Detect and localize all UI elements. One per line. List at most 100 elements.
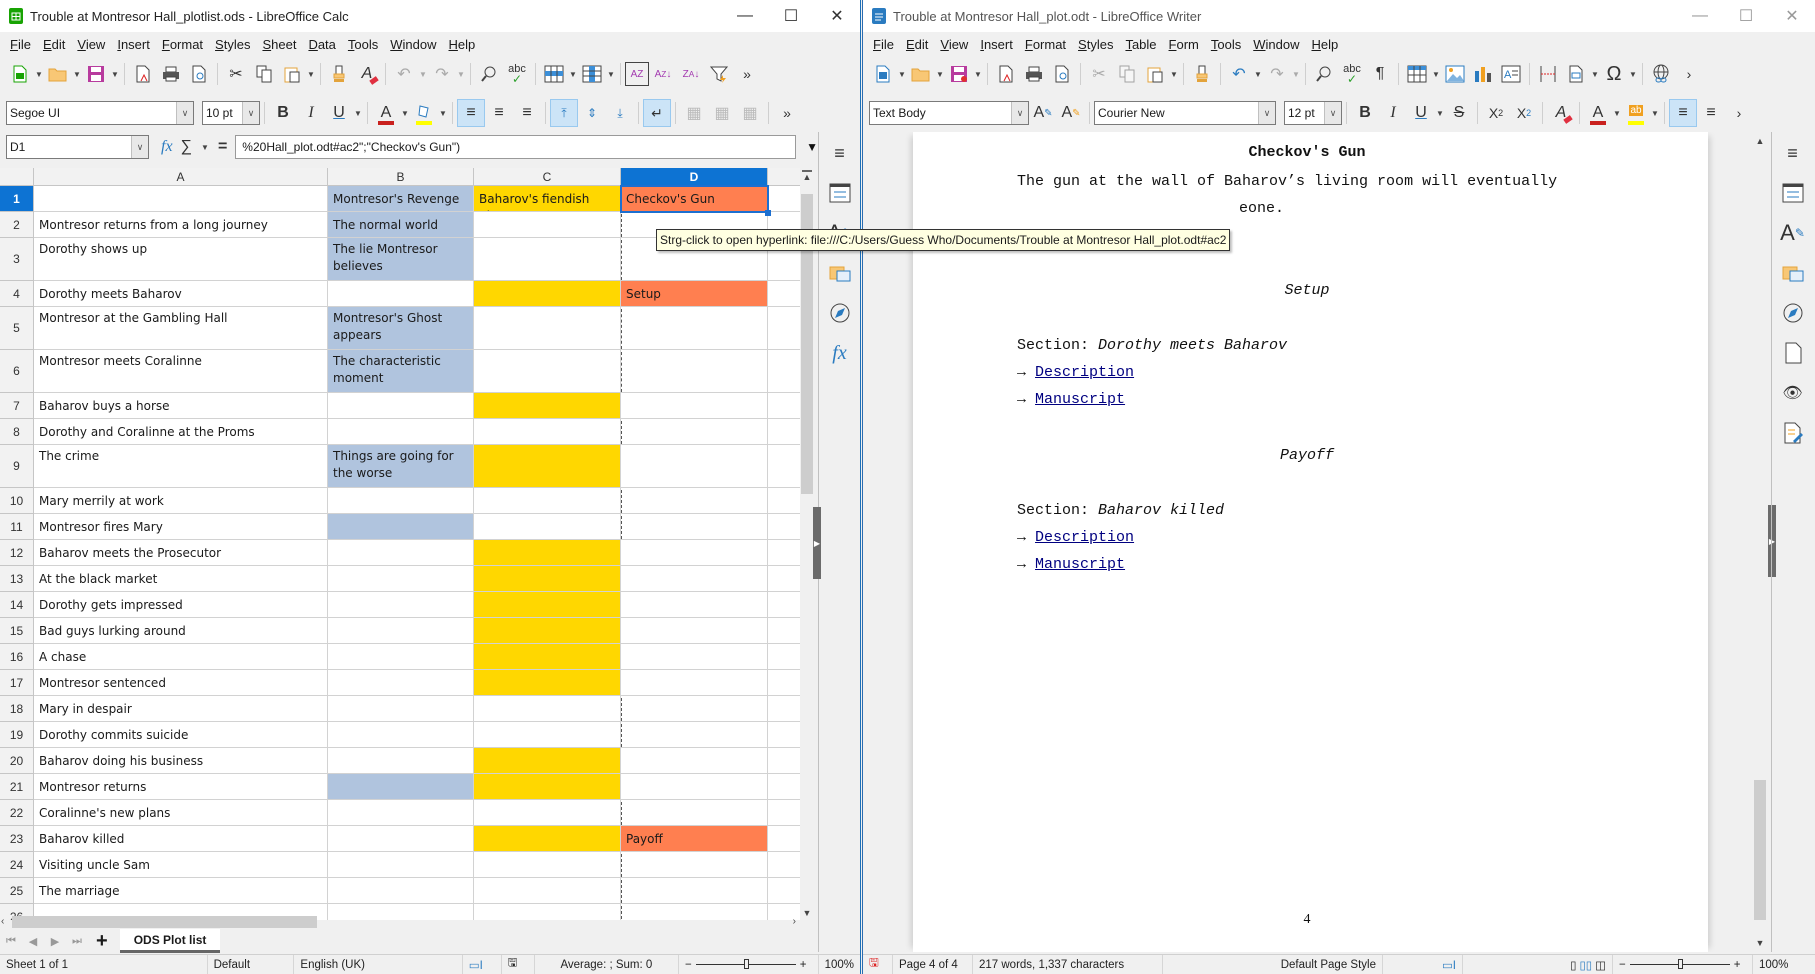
page-indicator[interactable]: Page 4 of 4 bbox=[893, 954, 973, 974]
menu-edit[interactable]: Edit bbox=[37, 37, 71, 52]
table-cell[interactable] bbox=[474, 281, 621, 307]
table-cell[interactable] bbox=[474, 878, 621, 904]
more-toolbar-icon[interactable]: › bbox=[1725, 99, 1753, 127]
autofilter-icon[interactable] bbox=[705, 60, 733, 88]
maximize-button[interactable]: ☐ bbox=[1723, 0, 1769, 32]
document-page[interactable]: Checkov's Gun The gun at the wall of Bah… bbox=[913, 132, 1708, 952]
table-cell[interactable] bbox=[474, 722, 621, 748]
table-cell[interactable] bbox=[621, 722, 768, 748]
table-cell[interactable]: Montresor returns from a long journey bbox=[34, 212, 328, 238]
spreadsheet-grid[interactable]: A B C D 1 Montresor's Revenge Baharov's fiendi… bbox=[0, 168, 800, 920]
close-button[interactable]: ✕ bbox=[814, 0, 860, 32]
functions-icon[interactable]: fx bbox=[825, 338, 855, 368]
unmerge-cells-icon[interactable]: ▦ bbox=[736, 99, 764, 127]
gallery-icon[interactable] bbox=[825, 258, 855, 288]
manuscript-link[interactable]: Manuscript bbox=[1035, 556, 1125, 573]
name-box[interactable]: D1 ∨ bbox=[6, 135, 149, 159]
bold-icon[interactable]: B bbox=[269, 99, 297, 127]
export-pdf-icon[interactable] bbox=[992, 60, 1020, 88]
sheet-tab-ods-plot-list[interactable]: ODS Plot list bbox=[119, 929, 221, 953]
menu-file[interactable]: File bbox=[4, 37, 37, 52]
table-cell[interactable] bbox=[474, 670, 621, 696]
table-cell[interactable] bbox=[768, 393, 800, 419]
table-cell[interactable] bbox=[768, 748, 800, 774]
open-dropdown-arrow[interactable]: ▼ bbox=[72, 70, 82, 79]
selection-mode-icon[interactable]: ▭I bbox=[1383, 954, 1463, 974]
menu-view[interactable]: View bbox=[71, 37, 111, 52]
table-cell[interactable] bbox=[34, 186, 328, 212]
export-pdf-icon[interactable] bbox=[129, 60, 157, 88]
italic-icon[interactable]: I bbox=[1379, 99, 1407, 127]
table-cell[interactable] bbox=[768, 592, 800, 618]
chevron-down-icon[interactable]: ∨ bbox=[1258, 102, 1275, 124]
table-cell[interactable] bbox=[621, 488, 768, 514]
table-cell[interactable] bbox=[621, 644, 768, 670]
chevron-down-icon[interactable]: ∨ bbox=[131, 136, 148, 158]
table-cell[interactable] bbox=[328, 748, 474, 774]
insert-image-icon[interactable] bbox=[1441, 60, 1469, 88]
menu-tools[interactable]: Tools bbox=[342, 37, 384, 52]
insert-page-break-icon[interactable] bbox=[1534, 60, 1562, 88]
zoom-level[interactable]: 100% bbox=[819, 955, 860, 974]
table-cell[interactable]: The lie Montresor believes bbox=[328, 238, 474, 281]
row-header[interactable]: 6 bbox=[0, 350, 34, 393]
navigator-icon[interactable] bbox=[825, 298, 855, 328]
column-dropdown-arrow[interactable]: ▼ bbox=[606, 70, 616, 79]
description-link[interactable]: Description bbox=[1035, 364, 1134, 381]
table-cell[interactable] bbox=[474, 696, 621, 722]
row-header[interactable]: 2 bbox=[0, 212, 34, 238]
table-cell[interactable] bbox=[328, 419, 474, 445]
row-header[interactable]: 25 bbox=[0, 878, 34, 904]
background-color-icon[interactable] bbox=[410, 99, 438, 127]
table-cell[interactable]: Payoff bbox=[621, 826, 768, 852]
sort-descending-icon[interactable]: Z A ↓ bbox=[677, 60, 705, 88]
table-cell[interactable] bbox=[474, 238, 621, 281]
scroll-up-icon[interactable]: ▲ bbox=[800, 172, 814, 182]
align-top-icon[interactable]: ⤒ bbox=[550, 99, 578, 127]
wrap-text-icon[interactable]: ↵ bbox=[643, 99, 671, 127]
zoom-slider[interactable]: − + bbox=[679, 954, 819, 974]
table-cell[interactable] bbox=[328, 592, 474, 618]
row-header[interactable]: 22 bbox=[0, 800, 34, 826]
first-sheet-icon[interactable]: ⏮ bbox=[0, 935, 22, 948]
single-page-view-icon[interactable]: ▯ bbox=[1570, 958, 1576, 972]
table-cell[interactable] bbox=[474, 748, 621, 774]
new-style-icon[interactable]: A ✎ bbox=[1057, 99, 1085, 127]
table-cell[interactable]: Montresor's Revenge bbox=[328, 186, 474, 212]
italic-icon[interactable]: I bbox=[297, 99, 325, 127]
view-layout-icons[interactable]: ▯ ▯▯ ◫ bbox=[1463, 954, 1613, 974]
column-header-c[interactable]: C bbox=[474, 168, 621, 186]
new-spreadsheet-icon[interactable] bbox=[6, 60, 34, 88]
menu-help[interactable]: Help bbox=[443, 37, 482, 52]
manuscript-link[interactable]: Manuscript bbox=[1035, 391, 1125, 408]
sum-icon[interactable]: ∑ bbox=[181, 138, 192, 156]
table-cell[interactable] bbox=[621, 419, 768, 445]
insert-hyperlink-icon[interactable] bbox=[1647, 60, 1675, 88]
menu-insert[interactable]: Insert bbox=[111, 37, 156, 52]
table-cell[interactable] bbox=[328, 774, 474, 800]
font-size-combo[interactable]: 10 pt ∨ bbox=[202, 101, 260, 125]
table-cell[interactable]: A chase bbox=[34, 644, 328, 670]
maximize-button[interactable]: ☐ bbox=[768, 0, 814, 32]
manage-changes-icon[interactable] bbox=[1778, 418, 1808, 448]
table-cell[interactable] bbox=[621, 393, 768, 419]
menu-sheet[interactable]: Sheet bbox=[256, 37, 302, 52]
gallery-icon[interactable] bbox=[1778, 258, 1808, 288]
table-cell[interactable] bbox=[768, 826, 800, 852]
column-header-d[interactable]: D bbox=[621, 168, 768, 186]
redo-dropdown-arrow[interactable]: ▼ bbox=[456, 70, 466, 79]
table-cell[interactable] bbox=[328, 826, 474, 852]
underline-dropdown-arrow[interactable]: ▼ bbox=[353, 109, 363, 118]
undo-dropdown-arrow[interactable]: ▼ bbox=[1253, 70, 1263, 79]
table-cell[interactable] bbox=[768, 350, 800, 393]
table-cell[interactable]: The characteristic moment bbox=[328, 350, 474, 393]
align-center-icon[interactable]: ≡ bbox=[1697, 99, 1725, 127]
table-cell[interactable] bbox=[621, 445, 768, 488]
horizontal-scrollbar[interactable]: ‹ › bbox=[0, 914, 800, 928]
special-character-icon[interactable]: Ω bbox=[1600, 60, 1628, 88]
table-cell[interactable]: The marriage bbox=[34, 878, 328, 904]
table-cell[interactable] bbox=[768, 514, 800, 540]
language[interactable]: English (UK) bbox=[294, 954, 463, 974]
table-cell[interactable] bbox=[328, 540, 474, 566]
sidebar-menu-icon[interactable]: ≡ bbox=[825, 138, 855, 168]
